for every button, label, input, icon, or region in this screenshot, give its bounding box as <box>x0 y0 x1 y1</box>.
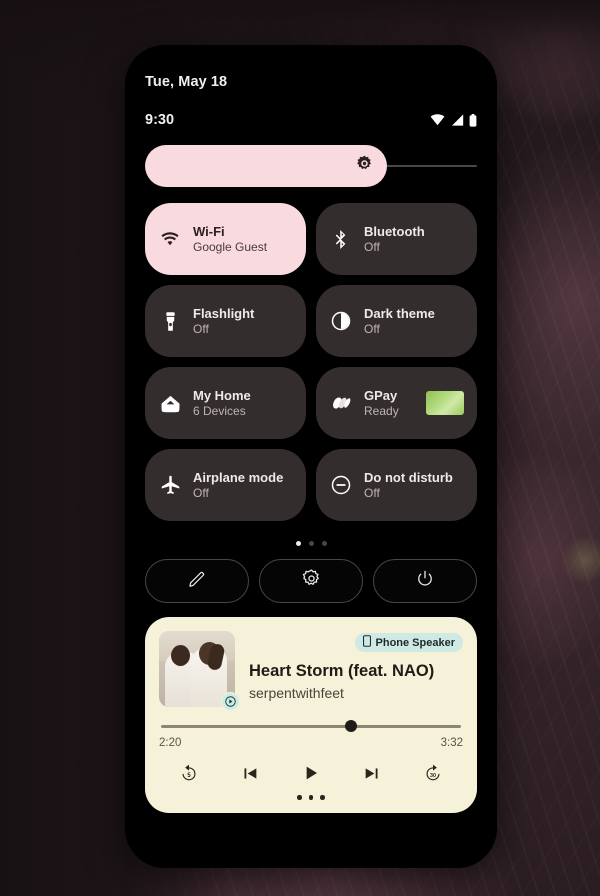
tile-label: Dark theme <box>364 306 435 321</box>
play-button[interactable] <box>294 756 328 790</box>
tile-sublabel: Ready <box>364 404 399 418</box>
media-time-row: 2:20 3:32 <box>159 737 463 749</box>
total-duration: 3:32 <box>440 737 463 749</box>
date-label: Tue, May 18 <box>145 74 228 90</box>
status-bar: 9:30 <box>145 111 477 129</box>
tile-my-home[interactable]: My Home 6 Devices <box>145 367 306 439</box>
settings-button[interactable] <box>259 559 363 603</box>
media-player-card[interactable]: Phone Speaker Heart Storm (feat. NAO) se… <box>145 617 477 813</box>
tile-sublabel: Off <box>364 322 380 336</box>
tile-sublabel: Off <box>193 486 209 500</box>
tile-bluetooth[interactable]: Bluetooth Off <box>316 203 477 275</box>
gear-icon <box>302 569 321 593</box>
battery-icon <box>469 113 477 127</box>
album-art-head-left <box>171 645 190 666</box>
tile-label: Do not disturb <box>364 470 453 485</box>
tile-gpay[interactable]: GPay Ready <box>316 367 477 439</box>
page-indicator-dots[interactable] <box>145 537 477 549</box>
media-metadata: Phone Speaker Heart Storm (feat. NAO) se… <box>249 631 463 707</box>
output-device-chip[interactable]: Phone Speaker <box>354 633 463 652</box>
tile-text: Flashlight Off <box>193 306 254 336</box>
brightness-fill[interactable] <box>145 145 388 187</box>
status-icon-group <box>430 113 477 127</box>
pencil-icon <box>188 570 206 593</box>
flashlight-icon <box>159 310 181 332</box>
bluetooth-icon <box>330 228 352 250</box>
media-page-dot[interactable] <box>320 795 325 800</box>
tile-text: GPay Ready <box>364 388 399 418</box>
forward-30-button[interactable]: 30 <box>416 756 450 790</box>
seek-track <box>161 725 461 728</box>
footer-button-row <box>145 559 477 603</box>
replay-5-button[interactable]: 5 <box>172 756 206 790</box>
track-artist: serpentwithfeet <box>249 685 344 701</box>
brightness-slider[interactable] <box>145 145 477 187</box>
tile-label: Wi-Fi <box>193 224 225 239</box>
power-icon <box>416 570 434 593</box>
tile-sublabel: Off <box>193 322 209 336</box>
quick-settings-tile-grid: Wi-Fi Google Guest Bluetooth Off Flashli… <box>145 203 477 521</box>
tile-do-not-disturb[interactable]: Do not disturb Off <box>316 449 477 521</box>
home-icon <box>159 392 181 414</box>
tile-text: Wi-Fi Google Guest <box>193 224 267 254</box>
tile-wifi[interactable]: Wi-Fi Google Guest <box>145 203 306 275</box>
gpay-icon <box>330 392 352 414</box>
media-page-dot[interactable] <box>308 795 314 800</box>
next-button[interactable] <box>355 756 389 790</box>
brightness-sun-icon <box>356 155 373 177</box>
media-card-header: Phone Speaker Heart Storm (feat. NAO) se… <box>159 631 463 711</box>
media-controls: 5 30 <box>159 755 463 791</box>
speaker-chip-row: Phone Speaker <box>249 633 463 652</box>
phone-device-icon <box>362 635 371 650</box>
tile-text: Dark theme Off <box>364 306 435 336</box>
phone-device-frame: Tue, May 18 9:30 Wi-Fi Google Guest Blue… <box>125 45 497 868</box>
dark-theme-icon <box>330 310 352 332</box>
tile-label: My Home <box>193 388 251 403</box>
tile-label: Flashlight <box>193 306 255 321</box>
media-seek-bar[interactable] <box>159 719 463 733</box>
elapsed-time: 2:20 <box>159 737 182 749</box>
tile-airplane-mode[interactable]: Airplane mode Off <box>145 449 306 521</box>
cellular-signal-icon <box>450 114 464 126</box>
tile-sublabel: 6 Devices <box>193 404 246 418</box>
tile-text: Airplane mode Off <box>193 470 283 500</box>
edit-tiles-button[interactable] <box>145 559 249 603</box>
page-dot[interactable] <box>295 540 301 546</box>
tile-sublabel: Google Guest <box>193 240 268 254</box>
tile-text: Bluetooth Off <box>364 224 425 254</box>
output-device-label: Phone Speaker <box>375 636 455 649</box>
svg-text:30: 30 <box>430 773 436 779</box>
gpay-card-thumbnail <box>426 391 464 415</box>
seek-thumb[interactable] <box>344 720 357 732</box>
quick-settings-panel: Tue, May 18 9:30 Wi-Fi Google Guest Blue… <box>125 45 497 868</box>
tile-label: Airplane mode <box>193 470 284 485</box>
tile-text: My Home 6 Devices <box>193 388 251 418</box>
tile-text: Do not disturb Off <box>364 470 453 500</box>
album-art-container[interactable] <box>159 631 240 711</box>
page-dot[interactable] <box>308 540 314 546</box>
media-page-dot[interactable] <box>297 795 302 800</box>
previous-button[interactable] <box>233 756 267 790</box>
play-badge-icon[interactable] <box>221 692 240 711</box>
track-title: Heart Storm (feat. NAO) <box>249 662 435 680</box>
clock-label: 9:30 <box>145 112 175 128</box>
tile-sublabel: Off <box>364 486 380 500</box>
power-button[interactable] <box>373 559 477 603</box>
wifi-icon <box>159 228 181 250</box>
tile-sublabel: Off <box>364 240 380 254</box>
do-not-disturb-icon <box>330 474 352 496</box>
page-dot[interactable] <box>321 540 327 546</box>
tile-dark-theme[interactable]: Dark theme Off <box>316 285 477 357</box>
svg-text:5: 5 <box>188 773 192 779</box>
tile-label: Bluetooth <box>364 224 425 239</box>
date-row: Tue, May 18 <box>145 45 477 91</box>
airplane-icon <box>159 474 181 496</box>
media-page-dots[interactable] <box>159 795 463 805</box>
tile-flashlight[interactable]: Flashlight Off <box>145 285 306 357</box>
wifi-icon <box>430 114 445 126</box>
tile-label: GPay <box>364 388 398 403</box>
